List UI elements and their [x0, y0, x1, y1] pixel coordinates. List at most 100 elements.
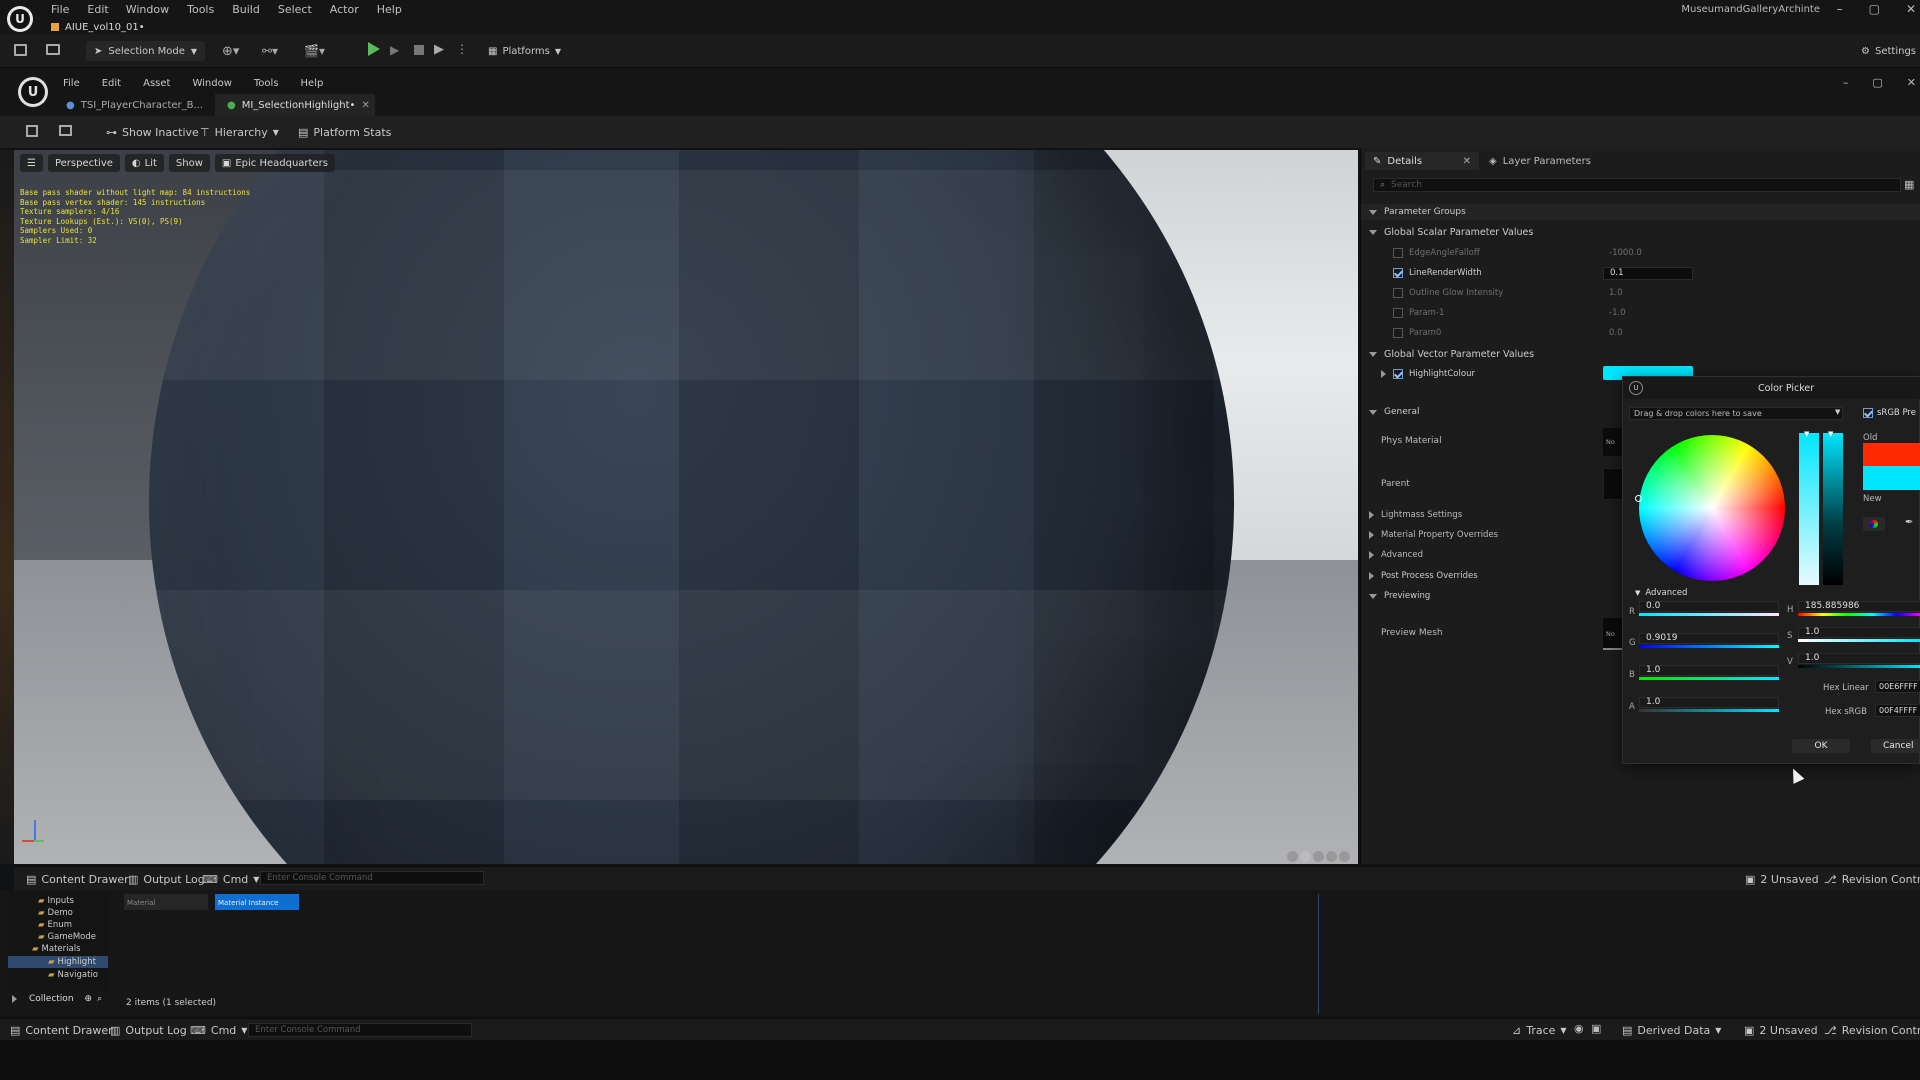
h-input[interactable]: 185.885986 [1798, 601, 1920, 612]
settings-button[interactable]: ⚙ Settings [1861, 42, 1916, 60]
maximize-icon[interactable]: ▢ [1869, 2, 1880, 16]
collection-header[interactable]: Collection ⊕ ⌕ [12, 994, 102, 1004]
previewing-header[interactable]: Previewing [1369, 591, 1430, 601]
folder-item[interactable]: ▰ Navigatio [48, 970, 98, 980]
general-header[interactable]: General [1361, 404, 1621, 420]
srgb-preview-toggle[interactable]: sRGB Pre [1863, 408, 1916, 418]
asset-tile-selected[interactable]: Material Instance [215, 894, 299, 910]
revision-control-button[interactable]: ⎇ Revision Control [1816, 1018, 1920, 1042]
param-value[interactable]: -1000.0 [1603, 247, 1693, 260]
unsaved-button[interactable]: ▣ 2 Unsaved [1736, 1018, 1826, 1042]
cancel-button[interactable]: Cancel [1871, 739, 1920, 753]
editor-tab-player-character[interactable]: ● TSI_PlayerCharacter_B... [66, 96, 203, 114]
content-drawer-button[interactable]: ▤ Content Drawer [18, 867, 137, 891]
v-input[interactable]: 1.0 [1798, 653, 1920, 664]
editor-menu-asset[interactable]: Asset [143, 78, 170, 89]
parameter-groups-header[interactable]: Parameter Groups [1361, 204, 1920, 220]
grid-view-icon[interactable]: ▦ [1904, 178, 1914, 191]
param-enable-checkbox[interactable] [1393, 288, 1403, 298]
cinematics-icon[interactable]: 🎬▾ [304, 44, 325, 58]
viewport[interactable]: ☰ Perspective ◐ Lit Show ▣ Epic Headquarte… [14, 150, 1358, 864]
layer-parameters-tab[interactable]: ◈ Layer Parameters [1489, 152, 1591, 170]
add-actor-icon[interactable]: ⊕▾ [222, 44, 239, 59]
menu-actor[interactable]: Actor [330, 3, 359, 16]
slider-handle-icon[interactable]: ▼ [1804, 430, 1809, 438]
menu-help[interactable]: Help [377, 3, 402, 16]
param-value[interactable]: -1.0 [1603, 307, 1693, 320]
saturation-slider[interactable] [1799, 433, 1819, 585]
folder-item[interactable]: ▰ Inputs [38, 896, 74, 906]
editor-menu-tools[interactable]: Tools [254, 78, 279, 89]
search-icon[interactable]: ⌕ [97, 994, 102, 1004]
screenshot-icon[interactable]: ▣ [1591, 1022, 1601, 1035]
add-icon[interactable]: ⊕ [85, 994, 93, 1004]
console-input[interactable]: Enter Console Command [248, 1023, 472, 1037]
post-process-header[interactable]: Post Process Overrides [1369, 571, 1478, 581]
color-wheel-mode-icon[interactable] [1863, 517, 1885, 531]
show-inactive-button[interactable]: ⊶ Show Inactive [98, 120, 207, 144]
platforms-dropdown[interactable]: ▦ Platforms ▼ [488, 42, 561, 60]
teapot-icon[interactable] [1339, 851, 1350, 862]
slider-handle-icon[interactable]: ▼ [1828, 430, 1833, 438]
scalar-header[interactable]: Global Scalar Parameter Values [1361, 224, 1920, 240]
folder-item[interactable]: ▰ Enum [38, 920, 72, 930]
menu-window[interactable]: Window [126, 3, 169, 16]
show-button[interactable]: Show [168, 154, 210, 172]
selection-mode-dropdown[interactable]: ➤ Selection Mode ▼ [86, 41, 206, 61]
advanced-header[interactable]: Advanced [1369, 550, 1423, 560]
param-value[interactable]: 0.0 [1603, 327, 1693, 340]
advanced-section-header[interactable]: ▼ Advanced [1635, 588, 1687, 598]
folder-item[interactable]: ▰ Demo [38, 908, 73, 918]
param-enable-checkbox[interactable] [1393, 308, 1403, 318]
folder-item[interactable]: ▰ Materials [32, 944, 81, 954]
console-input[interactable]: Enter Console Command [260, 871, 484, 885]
more-options-icon[interactable]: ⋮ [456, 42, 468, 56]
close-icon[interactable]: ✕ [1907, 76, 1916, 89]
param-enable-checkbox[interactable] [1393, 328, 1403, 338]
viewport-menu-button[interactable]: ☰ [20, 154, 43, 172]
menu-tools[interactable]: Tools [187, 3, 214, 16]
material-overrides-header[interactable]: Material Property Overrides [1369, 530, 1498, 540]
editor-tab-selection-highlight[interactable]: ● MI_SelectionHighlight• ✕ [215, 94, 375, 116]
content-browser-icon[interactable] [46, 44, 60, 55]
a-input[interactable]: 1.0 [1639, 697, 1779, 708]
trace-dropdown[interactable]: ⊿ Trace ▼ [1504, 1018, 1575, 1042]
details-tab[interactable]: ✎ Details ✕ [1365, 152, 1479, 170]
vector-header[interactable]: Global Vector Parameter Values [1361, 346, 1920, 362]
menu-build[interactable]: Build [232, 3, 260, 16]
eject-icon[interactable]: ▶ [434, 42, 444, 57]
g-input[interactable]: 0.9019 [1639, 633, 1779, 644]
minimize-icon[interactable]: – [1843, 76, 1849, 89]
menu-edit[interactable]: Edit [87, 3, 108, 16]
editor-menu-window[interactable]: Window [192, 78, 231, 89]
play-icon[interactable] [368, 42, 380, 56]
plane-icon[interactable] [1313, 851, 1324, 862]
tab-close-icon[interactable]: ✕ [361, 100, 369, 111]
cube-icon[interactable] [1326, 851, 1337, 862]
output-log-button[interactable]: ▥ Output Log [102, 1018, 195, 1042]
editor-menu-file[interactable]: File [63, 78, 80, 89]
param-value[interactable]: 0.1 [1603, 267, 1693, 280]
stop-icon[interactable] [414, 45, 424, 55]
cmd-dropdown[interactable]: ⌨ Cmd ▼ [194, 867, 267, 891]
derived-data-dropdown[interactable]: ▤ Derived Data ▼ [1614, 1018, 1729, 1042]
lightmass-header[interactable]: Lightmass Settings [1369, 510, 1462, 520]
param-enable-checkbox[interactable] [1393, 248, 1403, 258]
hex-linear-input[interactable]: 00E6FFFF [1875, 680, 1920, 693]
blueprint-icon[interactable]: ⚯▾ [262, 44, 278, 58]
param-enable-checkbox[interactable] [1393, 369, 1403, 379]
folder-item[interactable]: ▰ GameMode [38, 932, 96, 942]
perspective-button[interactable]: Perspective [47, 154, 120, 172]
color-wheel-cursor[interactable] [1635, 495, 1642, 502]
platform-stats-button[interactable]: ▤ Platform Stats [290, 120, 399, 144]
saved-colors-dropdown[interactable]: Drag & drop colors here to save [1629, 407, 1843, 420]
ok-button[interactable]: OK [1792, 739, 1850, 753]
color-wheel[interactable] [1639, 435, 1785, 581]
editor-menu-help[interactable]: Help [301, 78, 324, 89]
lit-button[interactable]: ◐ Lit [124, 154, 164, 172]
minimize-icon[interactable]: – [1837, 2, 1843, 16]
revision-control-button[interactable]: ⎇ Revision Control [1816, 867, 1920, 891]
hierarchy-button[interactable]: ⊤ Hierarchy ▼ [192, 120, 287, 144]
eyedropper-icon[interactable]: ✒ [1905, 517, 1913, 528]
r-input[interactable]: 0.0 [1639, 601, 1779, 612]
